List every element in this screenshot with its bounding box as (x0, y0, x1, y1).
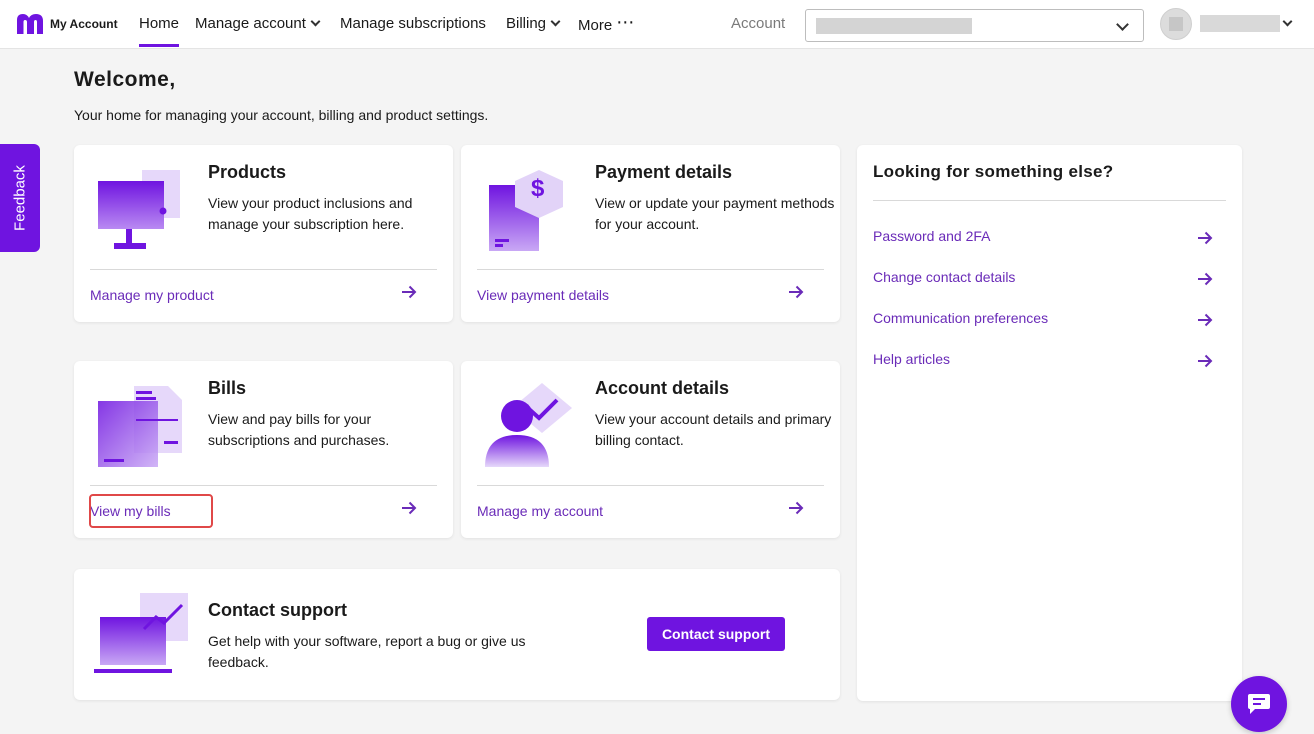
communication-preferences-label: Communication preferences (873, 310, 1049, 326)
payment-card-description: View or update your payment methods for … (595, 195, 835, 232)
divider (90, 269, 437, 270)
help-articles-label: Help articles (873, 351, 951, 367)
arrow-right-icon[interactable] (401, 500, 417, 516)
payment-card-illustration-icon (489, 170, 563, 251)
contact-support-card: Contact support Get help with your softw… (74, 569, 840, 700)
change-contact-details-label: Change contact details (873, 269, 1016, 285)
page-subtitle: Your home for managing your account, bil… (74, 107, 489, 123)
payment-card-title: Payment details (595, 162, 733, 182)
bills-card: Bills View and pay bills for your subscr… (74, 361, 453, 538)
account-label: Account (731, 15, 786, 32)
arrow-right-icon[interactable] (788, 284, 804, 300)
brand-logo[interactable]: My Account (15, 12, 118, 36)
nav-billing-label: Billing (506, 15, 547, 32)
nav-manage-subscriptions[interactable]: Manage subscriptions (340, 0, 486, 49)
communication-preferences-link[interactable]: Communication preferences (873, 310, 1213, 332)
nav-more[interactable]: More ⋯ (578, 0, 635, 49)
side-panel: Looking for something else? Password and… (857, 145, 1242, 701)
redacted-user-name (1200, 15, 1280, 32)
brand-logo-text: My Account (50, 17, 118, 31)
nav-home-label: Home (139, 15, 180, 32)
nav-billing[interactable]: Billing (506, 0, 561, 49)
chat-button[interactable] (1231, 676, 1287, 732)
page-title: Welcome, (74, 68, 176, 91)
divider (90, 485, 437, 486)
avatar (1160, 8, 1192, 40)
account-card-title: Account details (595, 378, 730, 398)
bills-card-title: Bills (208, 378, 247, 398)
nav-more-label: More (578, 17, 613, 34)
manage-my-account-link[interactable]: Manage my account (477, 503, 603, 519)
bills-illustration-icon (98, 386, 182, 467)
more-dots-icon: ⋯ (616, 12, 636, 32)
chat-bubble-icon (1248, 694, 1270, 714)
manage-my-product-link[interactable]: Manage my product (90, 287, 214, 303)
side-panel-title: Looking for something else? (873, 162, 1114, 181)
divider (477, 269, 824, 270)
bills-card-description: View and pay bills for your subscription… (208, 411, 390, 448)
account-details-card: Account details View your account detail… (461, 361, 840, 538)
redacted-account-name (816, 18, 972, 34)
arrow-right-icon (1198, 272, 1213, 286)
products-card-title: Products (208, 162, 287, 182)
contact-support-title: Contact support (208, 600, 347, 620)
feedback-tab-label: Feedback (11, 165, 29, 231)
top-navigation-bar: My Account Home Manage account Manage su… (0, 0, 1314, 49)
highlight-annotation (89, 494, 213, 528)
nav-manage-account-label: Manage account (195, 15, 306, 32)
arrow-right-icon[interactable] (788, 500, 804, 516)
arrow-right-icon (1198, 313, 1213, 327)
products-card: Products View your product inclusions an… (74, 145, 453, 322)
chevron-down-icon (1282, 16, 1293, 27)
account-card-description: View your account details and primary bi… (595, 411, 832, 448)
chevron-down-icon (310, 16, 321, 27)
chevron-down-icon (1116, 18, 1129, 31)
monitor-illustration-icon (98, 170, 180, 249)
user-menu[interactable] (1160, 8, 1300, 41)
feedback-tab[interactable]: Feedback (0, 144, 40, 252)
payment-details-card: $ Payment details View or update your pa… (461, 145, 840, 322)
arrow-right-icon (1198, 231, 1213, 245)
arrow-right-icon[interactable] (401, 284, 417, 300)
view-payment-details-link[interactable]: View payment details (477, 287, 609, 303)
laptop-chart-illustration-icon (94, 593, 188, 673)
nav-manage-subscriptions-label: Manage subscriptions (340, 15, 486, 32)
help-articles-link[interactable]: Help articles (873, 351, 1213, 373)
account-select[interactable] (805, 9, 1144, 42)
arrow-right-icon (1198, 354, 1213, 368)
view-my-bills-link[interactable]: View my bills (89, 494, 213, 528)
nav-home[interactable]: Home (139, 0, 180, 49)
password-2fa-link[interactable]: Password and 2FA (873, 228, 1213, 250)
user-check-illustration-icon (485, 383, 572, 467)
divider (477, 485, 824, 486)
password-2fa-label: Password and 2FA (873, 228, 991, 244)
contact-support-description: Get help with your software, report a bu… (208, 633, 526, 670)
products-card-description: View your product inclusions and manage … (208, 195, 413, 232)
chevron-down-icon (550, 16, 561, 27)
change-contact-details-link[interactable]: Change contact details (873, 269, 1213, 291)
dollar-symbol: $ (531, 175, 545, 202)
brand-logo-icon (17, 14, 43, 34)
divider (873, 200, 1226, 201)
nav-manage-account[interactable]: Manage account (195, 0, 321, 49)
contact-support-button[interactable]: Contact support (647, 617, 785, 651)
